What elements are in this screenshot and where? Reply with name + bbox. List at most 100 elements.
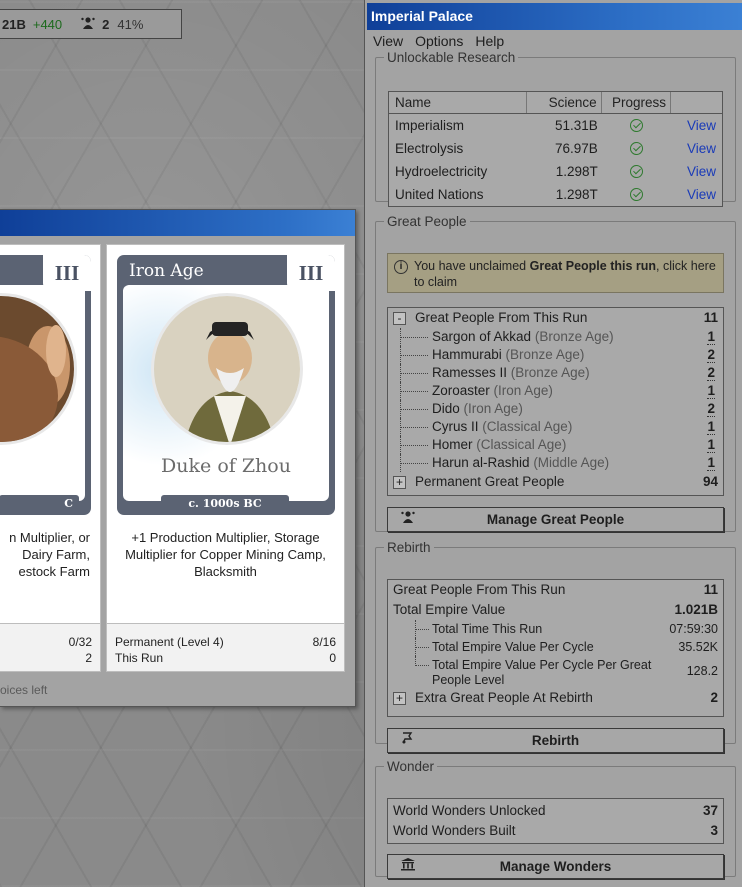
person-era: (Classical Age) <box>482 419 573 434</box>
column-name[interactable]: Name <box>389 92 528 113</box>
list-item[interactable]: Ramesses II (Bronze Age) 2 <box>388 364 723 382</box>
tree-node-label: Permanent Great People <box>415 474 565 489</box>
table-row: Hydroelectricity 1.298T View <box>389 160 722 183</box>
view-link[interactable]: View <box>671 160 722 183</box>
person-era: (Bronze Age) <box>510 365 590 380</box>
stat-label: Total Empire Value <box>393 602 506 617</box>
check-circle-icon <box>630 165 644 178</box>
table-row: United Nations 1.298T View <box>389 183 722 206</box>
tree-node-this-run[interactable]: - Great People From This Run 11 <box>388 308 723 328</box>
person-count: 1 <box>707 329 715 345</box>
person-era: (Bronze Age) <box>505 347 585 362</box>
tree-node-label: Great People From This Run <box>415 310 588 325</box>
this-run-label: This Run <box>115 651 164 665</box>
card-art: III C <box>0 255 91 515</box>
stat-label: Total Time This Run <box>432 622 543 636</box>
rebirth-button[interactable]: Rebirth <box>387 728 724 753</box>
person-era: (Middle Age) <box>533 455 610 470</box>
expand-toggle[interactable]: + <box>393 476 406 489</box>
stat-value: 07:59:30 <box>669 622 718 636</box>
research-science: 1.298T <box>555 164 598 179</box>
card-description: +1 Production Multiplier, Storage Multip… <box>125 530 326 579</box>
window-title[interactable]: Imperial Palace <box>367 3 742 30</box>
list-item[interactable]: Zoroaster (Iron Age) 1 <box>388 382 723 400</box>
card-date: C <box>0 495 79 513</box>
great-people-legend: Great People <box>387 214 467 229</box>
rebirth-icon <box>400 729 414 752</box>
card-stats-partial: 0/32 2 <box>0 623 101 672</box>
view-link[interactable]: View <box>671 183 722 206</box>
column-science[interactable]: Science <box>527 92 602 113</box>
rebirth-stats: Great People From This Run 11 Total Empi… <box>387 579 724 717</box>
menu-options[interactable]: Options <box>415 31 463 51</box>
stat-value: 0/32 <box>68 635 92 649</box>
person-name: Sargon of Akkad <box>432 329 532 344</box>
stat-value: 2 <box>710 690 718 705</box>
tree-node-extra-great-people[interactable]: + Extra Great People At Rebirth 2 <box>388 688 723 708</box>
view-link[interactable]: View <box>671 137 722 160</box>
person-name: Homer <box>432 437 473 452</box>
stat-value: 35.52K <box>678 640 718 654</box>
great-people-group: Great People i You have unclaimed Great … <box>375 214 736 532</box>
menu-view[interactable]: View <box>373 31 403 51</box>
stat-value: 128.2 <box>686 664 718 678</box>
person-count: 1 <box>707 383 715 399</box>
expand-toggle[interactable]: + <box>393 692 406 705</box>
stat-value: 37 <box>702 803 718 818</box>
rebirth-group: Rebirth Great People From This Run 11 To… <box>375 540 736 753</box>
great-people-progress: 41% <box>117 16 144 32</box>
research-name: United Nations <box>395 187 484 202</box>
person-count: 1 <box>707 455 715 471</box>
permanent-level-value: 8/16 <box>312 635 336 649</box>
tree-node-count: 94 <box>702 474 718 489</box>
research-legend: Unlockable Research <box>387 50 516 65</box>
person-name: Dido <box>432 401 460 416</box>
research-science: 51.31B <box>554 118 598 133</box>
stat-value: 2 <box>85 651 92 665</box>
great-person-icon <box>400 508 416 531</box>
check-circle-icon <box>630 142 644 155</box>
menu-help[interactable]: Help <box>475 31 504 51</box>
great-people-tree: - Great People From This Run 11 Sargon o… <box>387 307 724 496</box>
list-item[interactable]: Dido (Iron Age) 2 <box>388 400 723 418</box>
choices-left-text: oices left <box>0 683 48 697</box>
stat-label: Great People From This Run <box>393 582 566 597</box>
stat-value: 11 <box>703 582 718 597</box>
person-era: (Iron Age) <box>463 401 523 416</box>
modal-titlebar[interactable] <box>0 210 355 236</box>
wonder-stats: World Wonders Unlocked 37 World Wonders … <box>387 798 724 844</box>
great-person-card[interactable]: Iron Age III Duke of Zhou c. 1000s BC +1… <box>106 244 345 630</box>
notice-text: You have unclaimed <box>414 259 530 273</box>
unclaimed-notice[interactable]: i You have unclaimed Great People this r… <box>387 253 724 293</box>
tree-node-count: 11 <box>703 310 718 325</box>
list-item[interactable]: Harun al-Rashid (Middle Age) 1 <box>388 454 723 472</box>
menu-bar: View Options Help <box>365 31 742 51</box>
temple-icon <box>400 855 416 878</box>
stat-row: Total Time This Run 07:59:30 <box>388 620 723 638</box>
list-item[interactable]: Homer (Classical Age) 1 <box>388 436 723 454</box>
person-name: Zoroaster <box>432 383 490 398</box>
great-person-icon <box>80 16 96 33</box>
card-date: c. 1000s BC <box>161 495 289 513</box>
stat-value: 3 <box>710 823 718 838</box>
list-item[interactable]: Hammurabi (Bronze Age) 2 <box>388 346 723 364</box>
stat-value: 1.021B <box>674 602 718 617</box>
person-count: 2 <box>707 347 715 363</box>
collapse-toggle[interactable]: - <box>393 312 406 325</box>
this-run-value: 0 <box>329 651 336 665</box>
research-name: Hydroelectricity <box>395 164 488 179</box>
manage-wonders-button[interactable]: Manage Wonders <box>387 854 724 879</box>
person-count: 2 <box>707 365 715 381</box>
manage-great-people-button[interactable]: Manage Great People <box>387 507 724 532</box>
imperial-palace-window: Imperial Palace View Options Help Unlock… <box>364 0 742 887</box>
card-name: Duke of Zhou <box>161 455 291 477</box>
card-description: n Multiplier, or Dairy Farm, estock Farm <box>9 530 90 579</box>
view-link[interactable]: View <box>671 114 722 137</box>
column-progress[interactable]: Progress <box>602 92 672 113</box>
list-item[interactable]: Cyrus II (Classical Age) 1 <box>388 418 723 436</box>
great-person-card-partial[interactable]: III C n Multiplier, or Dairy Farm, estoc… <box>0 244 101 630</box>
tree-node-permanent[interactable]: + Permanent Great People 94 <box>388 472 723 492</box>
person-era: (Iron Age) <box>493 383 553 398</box>
list-item[interactable]: Sargon of Akkad (Bronze Age) 1 <box>388 328 723 346</box>
research-table: Name Science Progress Imperialism 51.31B… <box>388 91 723 207</box>
